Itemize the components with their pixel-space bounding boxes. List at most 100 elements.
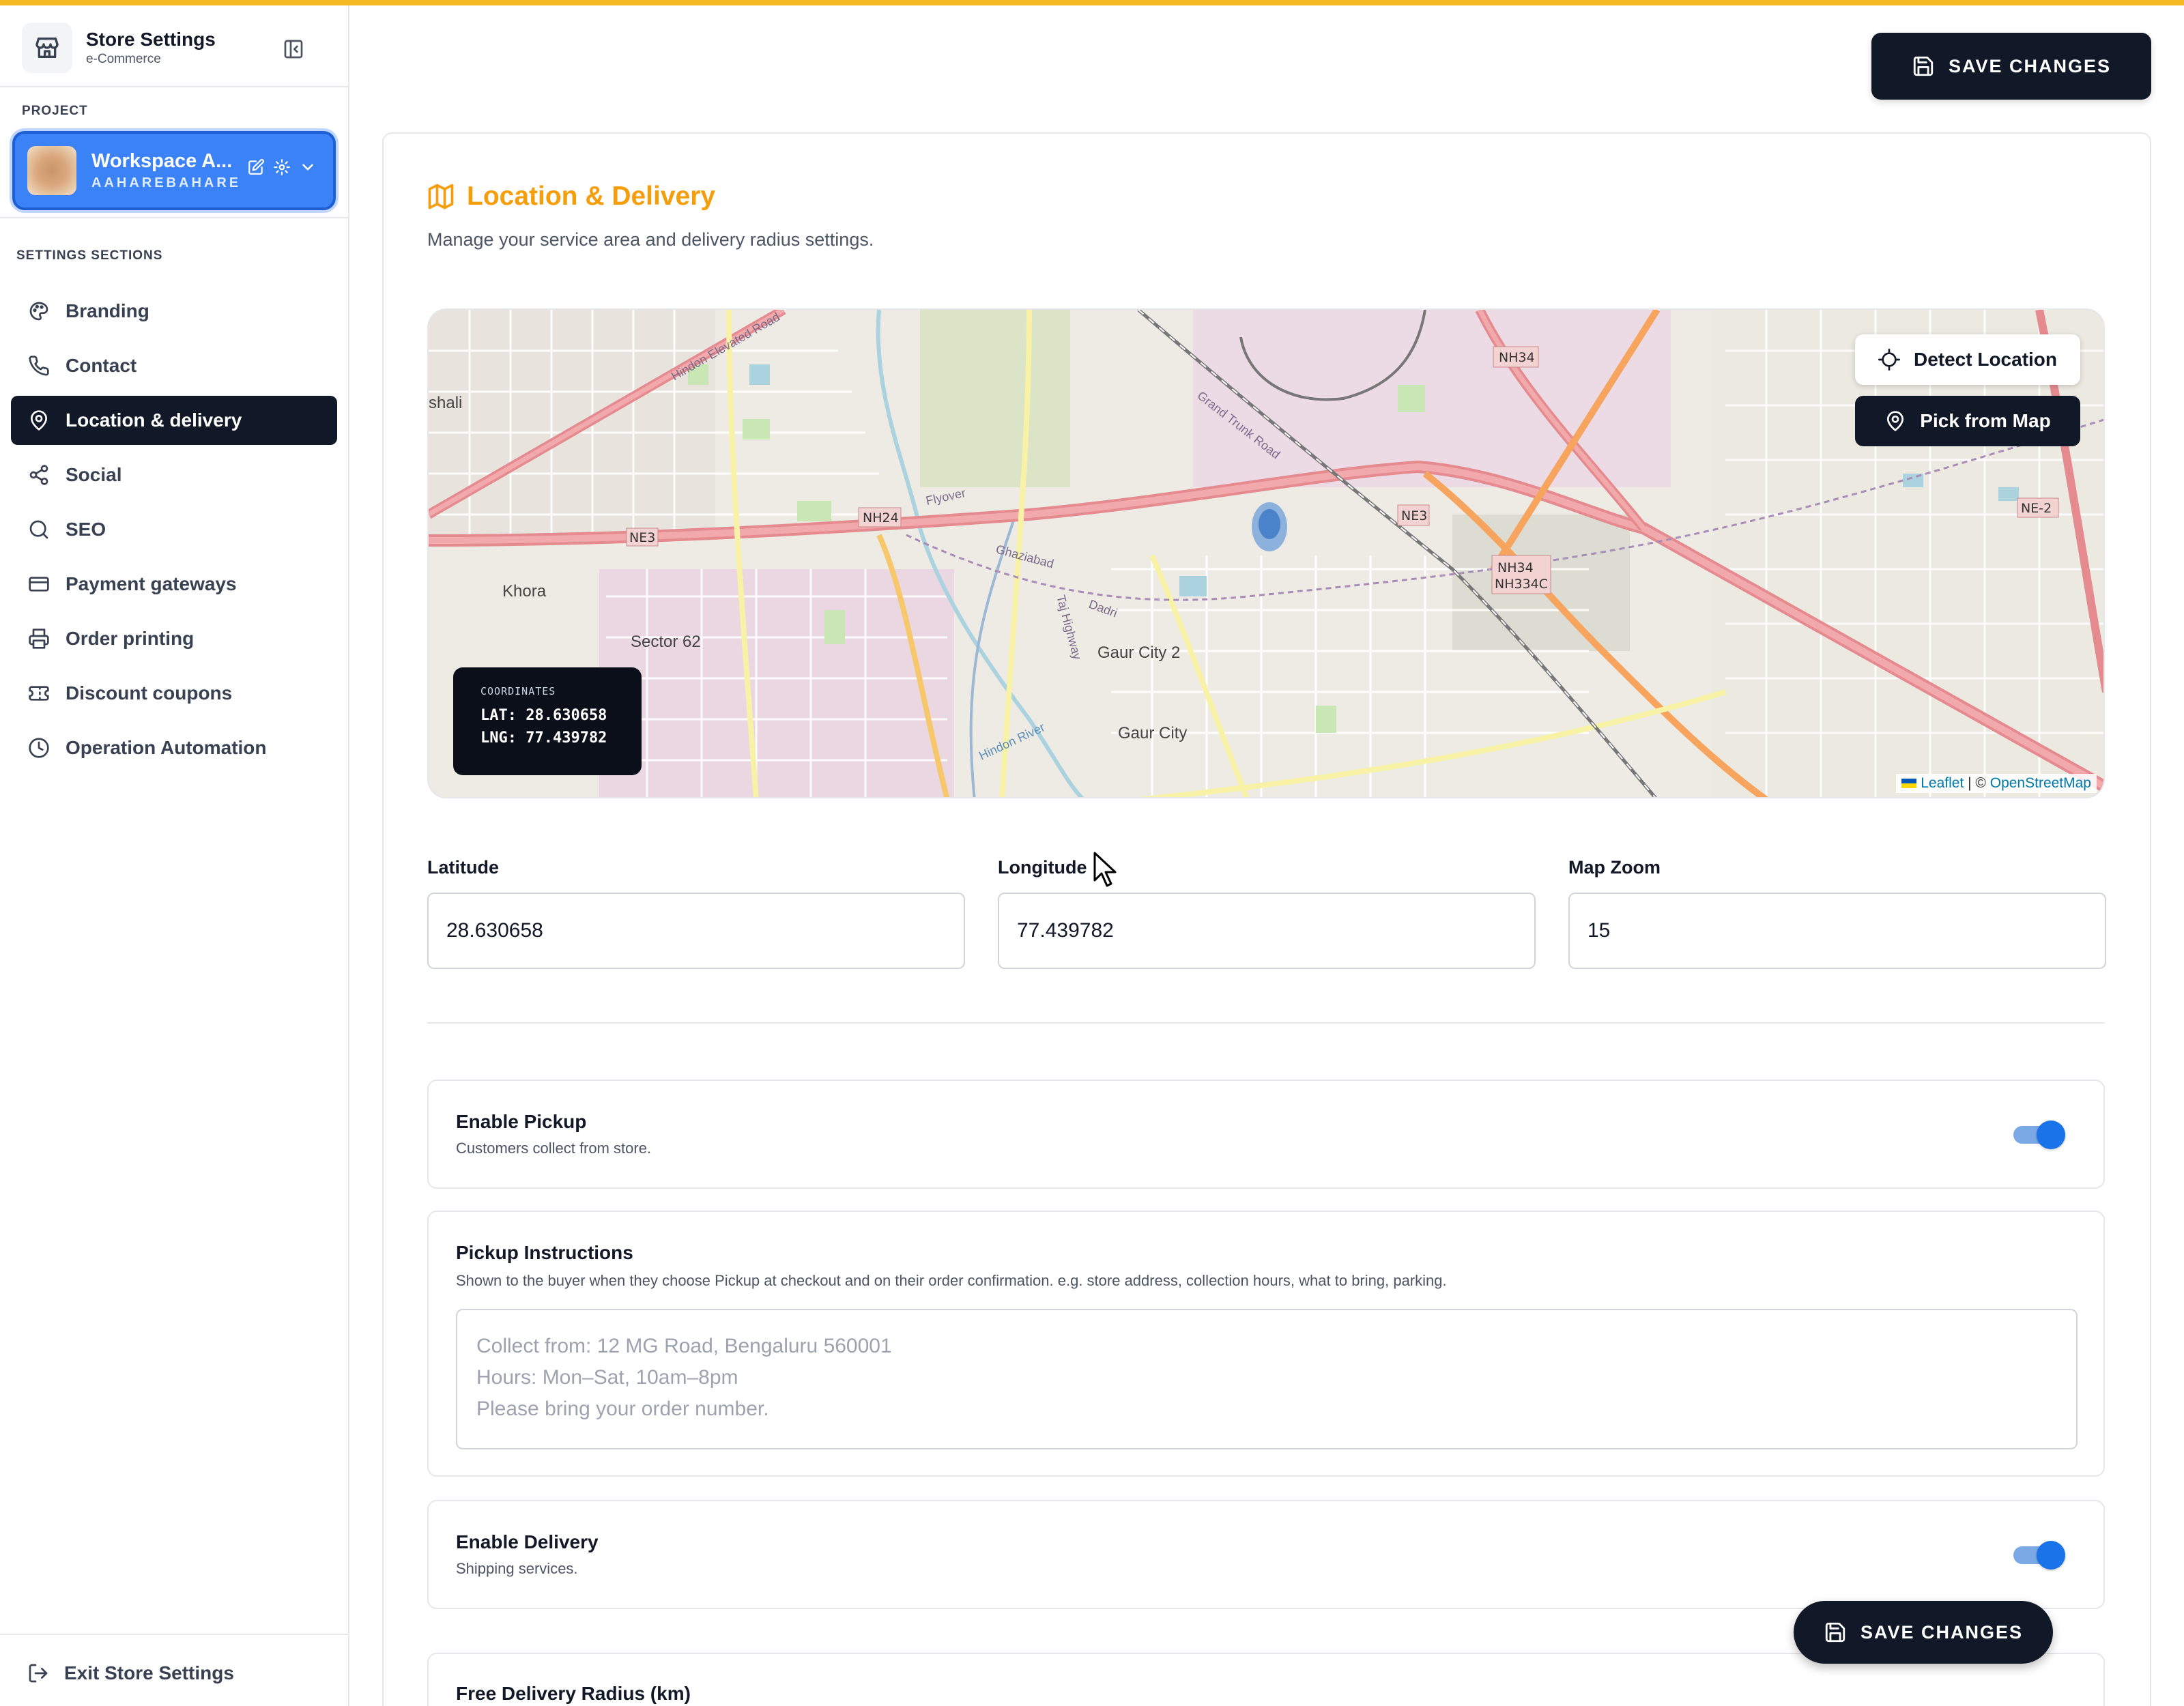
map-label: NH24	[863, 510, 899, 525]
toggle-knob	[2037, 1121, 2065, 1149]
sidebar-item-label: Operation Automation	[66, 737, 267, 758]
map-label: NH34	[1499, 350, 1535, 365]
pick-from-map-label: Pick from Map	[1920, 410, 2051, 431]
coordinates-title: COORDINATES	[480, 685, 556, 697]
map-label: NH334C	[1495, 577, 1548, 592]
enable-pickup-desc: Customers collect from store.	[456, 1140, 652, 1157]
pickup-instructions-desc: Shown to the buyer when they choose Pick…	[456, 1272, 1447, 1289]
pickup-instructions-card: Pickup Instructions Shown to the buyer w…	[427, 1211, 2105, 1477]
sidebar-item-label: Discount coupons	[66, 682, 233, 704]
share-icon	[27, 463, 51, 487]
sidebar-divider	[0, 1634, 348, 1635]
pickup-instructions-textarea[interactable]: Collect from: 12 MG Road, Bengaluru 5600…	[456, 1309, 2078, 1449]
sidebar-item-label: Branding	[66, 300, 149, 321]
map-attribution: Leaflet | © OpenStreetMap	[1896, 774, 2097, 793]
project-code: AAHAREBAHARE	[91, 175, 242, 190]
sidebar-item-discount-coupons[interactable]: Discount coupons	[11, 669, 337, 718]
section-title: Location & Delivery	[467, 182, 716, 211]
sidebar-item-label: Location & delivery	[66, 409, 242, 431]
save-changes-label: SAVE CHANGES	[1948, 55, 2112, 76]
sidebar-subtitle: e-Commerce	[86, 52, 161, 66]
sidebar-item-label: Order printing	[66, 628, 195, 649]
phone-icon	[27, 354, 51, 377]
detect-location-button[interactable]: Detect Location	[1855, 334, 2080, 385]
sidebar-item-social[interactable]: Social	[11, 450, 337, 500]
section-description: Manage your service area and delivery ra…	[427, 229, 874, 250]
openstreetmap-link[interactable]: OpenStreetMap	[1990, 775, 2091, 791]
sidebar-item-location-delivery[interactable]: Location & delivery	[11, 396, 337, 445]
map-icon	[426, 182, 456, 212]
sidebar: Store Settings e-Commerce PROJECT Worksp…	[0, 5, 349, 1706]
map-zoom-label: Map Zoom	[1568, 857, 1661, 878]
save-icon	[1912, 55, 1935, 78]
palette-icon	[27, 300, 51, 323]
sidebar-item-label: Contact	[66, 355, 137, 376]
search-icon	[27, 518, 51, 541]
enable-delivery-title: Enable Delivery	[456, 1531, 599, 1552]
map-tiles: NH34 NE3 NE3 NH24 NE-2 NH34NH334C Khora …	[429, 310, 2103, 797]
placeholder-line: Hours: Mon–Sat, 10am–8pm	[476, 1366, 738, 1389]
project-selector[interactable]: Workspace A... AAHAREBAHARE	[12, 131, 336, 210]
sidebar-item-order-printing[interactable]: Order printing	[11, 614, 337, 663]
ticket-icon	[27, 682, 51, 705]
map-label: Gaur City 2	[1097, 644, 1180, 662]
toggle-knob	[2037, 1541, 2065, 1570]
exit-store-settings-button[interactable]: Exit Store Settings	[27, 1662, 234, 1684]
enable-delivery-toggle[interactable]	[2013, 1541, 2065, 1570]
sidebar-title: Store Settings	[86, 29, 216, 50]
project-label: PROJECT	[22, 104, 88, 118]
map-label: Sector 62	[631, 633, 701, 651]
exit-label: Exit Store Settings	[64, 1662, 234, 1683]
credit-card-icon	[27, 573, 51, 596]
printer-icon	[27, 627, 51, 650]
sidebar-item-label: Social	[66, 464, 122, 485]
sidebar-item-payment-gateways[interactable]: Payment gateways	[11, 560, 337, 609]
enable-delivery-desc: Shipping services.	[456, 1560, 578, 1577]
floating-save-label: SAVE CHANGES	[1860, 1621, 2024, 1643]
enable-pickup-toggle[interactable]	[2013, 1121, 2065, 1149]
sidebar-item-branding[interactable]: Branding	[11, 287, 337, 336]
placeholder-line: Collect from: 12 MG Road, Bengaluru 5600…	[476, 1335, 892, 1357]
free-delivery-radius-title: Free Delivery Radius (km)	[456, 1683, 691, 1704]
longitude-label: Longitude	[998, 857, 1087, 878]
edit-icon[interactable]	[246, 157, 266, 177]
map-label: Gaur City	[1118, 724, 1187, 742]
enable-delivery-card: Enable Delivery Shipping services.	[427, 1500, 2105, 1609]
map-label: shali	[429, 394, 462, 412]
pick-from-map-button[interactable]: Pick from Map	[1855, 396, 2080, 446]
settings-nav: Branding Contact Location & delivery Soc…	[11, 287, 337, 778]
project-name: Workspace A...	[91, 150, 233, 172]
enable-pickup-title: Enable Pickup	[456, 1111, 587, 1132]
enable-pickup-card: Enable Pickup Customers collect from sto…	[427, 1080, 2105, 1189]
placeholder-line: Please bring your order number.	[476, 1398, 769, 1420]
location-map[interactable]: NH34 NE3 NE3 NH24 NE-2 NH34 NH334C Khora …	[427, 308, 2105, 798]
map-pin-icon	[27, 409, 51, 432]
top-accent-bar	[0, 0, 2184, 5]
attribution-separator: | ©	[1964, 775, 1990, 791]
mouse-cursor-icon	[1092, 850, 1119, 888]
latitude-input[interactable]: 28.630658	[427, 893, 965, 969]
ukraine-flag-icon	[1901, 779, 1917, 789]
gear-icon[interactable]	[272, 157, 292, 177]
sidebar-collapse-icon[interactable]	[283, 38, 304, 60]
clock-icon	[27, 736, 51, 760]
map-label: NE3	[1401, 508, 1427, 523]
sidebar-brand: Store Settings e-Commerce	[22, 20, 328, 75]
map-label: Khora	[502, 582, 547, 601]
chevron-down-icon[interactable]	[298, 157, 318, 177]
sidebar-divider	[0, 217, 348, 218]
project-avatar	[27, 146, 76, 195]
leaflet-link[interactable]: Leaflet	[1921, 775, 1964, 791]
floating-save-changes-button[interactable]: SAVE CHANGES	[1794, 1601, 2053, 1664]
sidebar-item-seo[interactable]: SEO	[11, 505, 337, 554]
detect-location-label: Detect Location	[1913, 349, 2058, 370]
sidebar-item-contact[interactable]: Contact	[11, 341, 337, 390]
sidebar-item-operation-automation[interactable]: Operation Automation	[11, 723, 337, 772]
map-label: NE3	[629, 530, 655, 545]
longitude-input[interactable]: 77.439782	[998, 893, 1536, 969]
map-zoom-input[interactable]: 15	[1568, 893, 2106, 969]
map-label: NH34	[1497, 560, 1534, 575]
longitude-readout: LNG: 77.439782	[480, 729, 607, 747]
crosshair-icon	[1878, 349, 1900, 371]
save-changes-button[interactable]: SAVE CHANGES	[1871, 33, 2151, 100]
